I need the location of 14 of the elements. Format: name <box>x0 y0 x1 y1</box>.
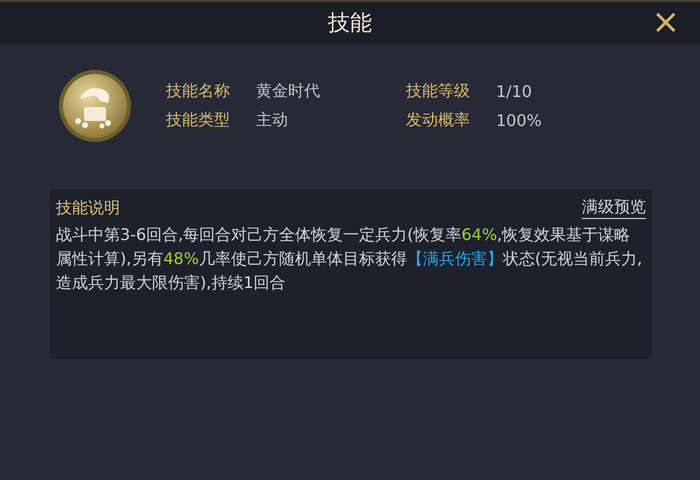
info-label: 发动概率 <box>406 110 471 131</box>
max-level-preview-link[interactable]: 满级预览 <box>582 197 646 219</box>
section-title: 技能说明 <box>56 198 120 218</box>
skill-description: 战斗中第3-6回合,每回合对己方全体恢复一定兵力(恢复率64%,恢复效果基于谋略属性计算),另有48%几率使己方随机单体目标获得【满兵伤害】状态(无视当前兵力,造成兵力最大限伤害),持续1回合 <box>56 224 644 294</box>
info-value: 100% <box>496 111 543 130</box>
info-label: 技能类型 <box>166 110 231 131</box>
info-value: 黄金时代 <box>256 81 321 102</box>
info-label: 技能名称 <box>166 81 231 102</box>
close-button[interactable]: × <box>652 7 680 37</box>
info-value: 1/10 <box>496 82 533 101</box>
window-title: 技能 <box>328 10 372 38</box>
info-label: 技能等级 <box>406 81 471 102</box>
info-value: 主动 <box>256 110 289 131</box>
skill-emblem-icon <box>58 69 132 143</box>
